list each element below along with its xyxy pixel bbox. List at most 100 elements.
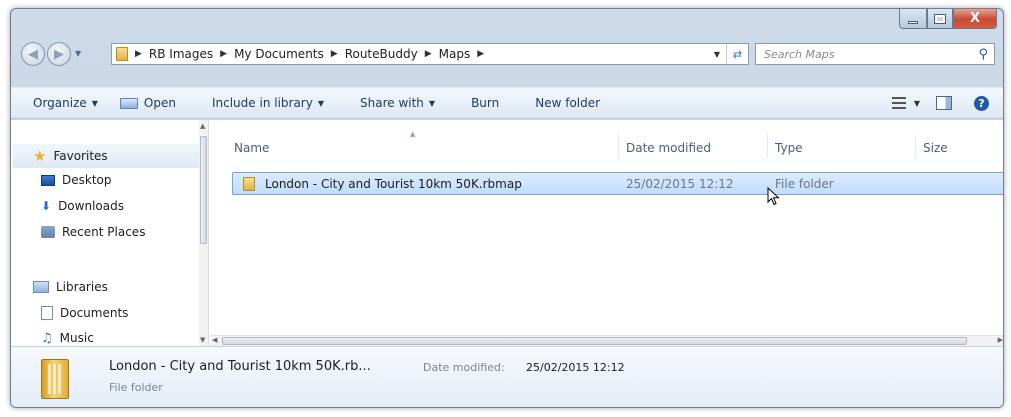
column-header-date-modified[interactable]: Date modified — [626, 141, 711, 155]
scrollbar-thumb[interactable] — [222, 337, 967, 345]
search-box[interactable]: Search Maps ⚲ — [755, 43, 995, 65]
search-input[interactable]: Search Maps — [764, 48, 834, 61]
refresh-button[interactable]: ⇄ — [726, 44, 748, 64]
include-in-library-button[interactable]: Include in library ▼ — [212, 96, 324, 110]
nav-item-favorites[interactable]: ★ Favorites — [33, 147, 108, 165]
explorer-window: X ◀ ▶ ▼ ▶ RB Images ▶ My Documents ▶ Rou… — [10, 8, 1004, 408]
organize-label: Organize — [33, 96, 87, 110]
caption-buttons: X — [899, 9, 997, 29]
navigation-buttons: ◀ ▶ ▼ — [17, 41, 105, 67]
breadcrumb-separator-icon[interactable]: ▶ — [331, 49, 338, 59]
music-icon: ♫ — [41, 330, 53, 346]
new-folder-label: New folder — [535, 96, 601, 110]
file-date-modified: 25/02/2015 12:12 — [626, 176, 734, 191]
help-icon[interactable]: ? — [974, 95, 989, 111]
column-header-type[interactable]: Type — [775, 141, 803, 155]
downloads-icon: ⬇ — [41, 199, 52, 213]
details-pane: London - City and Tourist 10km 50K.rb...… — [11, 346, 1003, 407]
nav-item-documents[interactable]: Documents — [41, 304, 128, 322]
open-folder-icon — [119, 97, 138, 109]
column-divider[interactable] — [915, 134, 916, 158]
folder-icon — [243, 176, 255, 191]
sort-indicator-icon: ▲ — [410, 130, 416, 138]
documents-icon — [41, 306, 53, 320]
main-pane: ★ Favorites Desktop ⬇ Downloads Recent P… — [11, 120, 1003, 346]
column-divider[interactable] — [767, 134, 768, 158]
scroll-down-icon[interactable]: ▼ — [200, 336, 205, 344]
recent-pages-dropdown-icon[interactable]: ▼ — [75, 49, 81, 58]
close-button[interactable]: X — [953, 9, 997, 29]
preview-pane-icon[interactable] — [936, 96, 952, 110]
nav-item-label: Downloads — [58, 199, 124, 213]
share-with-label: Share with — [360, 96, 424, 110]
include-in-library-label: Include in library — [211, 96, 313, 110]
open-label: Open — [143, 96, 176, 110]
navigation-scrollbar[interactable]: ▲ ▼ — [199, 120, 208, 346]
scroll-up-icon[interactable]: ▲ — [200, 122, 205, 130]
mouse-cursor-icon — [767, 187, 780, 206]
back-button[interactable]: ◀ — [21, 42, 45, 66]
search-icon[interactable]: ⚲ — [978, 47, 988, 62]
address-controls: ▼ ⇄ — [714, 44, 748, 64]
address-row: ◀ ▶ ▼ ▶ RB Images ▶ My Documents ▶ Route… — [17, 41, 995, 67]
details-date-value: 25/02/2015 12:12 — [526, 361, 625, 374]
change-view-icon[interactable] — [891, 97, 906, 109]
file-row[interactable]: London - City and Tourist 10km 50K.rbmap… — [232, 172, 1003, 195]
organize-button[interactable]: Organize ▼ — [33, 96, 98, 110]
address-dropdown-icon[interactable]: ▼ — [714, 50, 720, 59]
forward-button[interactable]: ▶ — [47, 42, 71, 66]
breadcrumb-routebuddy[interactable]: RouteBuddy — [345, 47, 418, 61]
file-list: ▲ Name Date modified Type Size London - … — [210, 120, 1003, 346]
nav-item-recent-places[interactable]: Recent Places — [41, 223, 145, 241]
chevron-down-icon: ▼ — [428, 98, 436, 108]
details-title: London - City and Tourist 10km 50K.rb... — [109, 359, 371, 374]
nav-item-label: Favorites — [53, 149, 108, 163]
details-type: File folder — [109, 381, 163, 394]
burn-label: Burn — [471, 96, 500, 110]
column-header-size[interactable]: Size — [923, 141, 948, 155]
minimize-button[interactable] — [899, 9, 927, 29]
column-header-name[interactable]: Name — [234, 141, 269, 155]
nav-item-desktop[interactable]: Desktop — [41, 171, 112, 189]
column-divider[interactable] — [618, 134, 619, 158]
breadcrumb-separator-icon[interactable]: ▶ — [477, 49, 484, 59]
breadcrumb-rb-images[interactable]: RB Images — [149, 47, 213, 61]
folder-icon — [116, 47, 128, 61]
share-with-button[interactable]: Share with ▼ — [360, 96, 435, 110]
scroll-right-icon[interactable]: ▶ — [998, 336, 1003, 344]
nav-item-libraries[interactable]: Libraries — [33, 278, 108, 296]
new-folder-button[interactable]: New folder — [535, 96, 600, 110]
forward-arrow-icon: ▶ — [54, 46, 64, 62]
scroll-left-icon[interactable]: ◀ — [212, 336, 217, 344]
breadcrumb-my-documents[interactable]: My Documents — [234, 47, 324, 61]
breadcrumb-maps[interactable]: Maps — [439, 47, 471, 61]
recent-places-icon — [41, 226, 55, 238]
scrollbar-thumb[interactable] — [200, 136, 207, 244]
desktop-icon — [41, 174, 55, 186]
maximize-button[interactable] — [927, 9, 953, 29]
maximize-icon — [934, 13, 946, 24]
nav-item-label: Desktop — [62, 173, 112, 187]
nav-item-label: Recent Places — [62, 225, 146, 239]
nav-item-music[interactable]: ♫ Music — [41, 329, 94, 347]
breadcrumb-separator-icon[interactable]: ▶ — [135, 49, 142, 59]
star-icon: ★ — [33, 147, 47, 165]
nav-item-label: Libraries — [56, 280, 108, 294]
breadcrumb-separator-icon[interactable]: ▶ — [220, 49, 227, 59]
burn-button[interactable]: Burn — [471, 96, 499, 110]
column-headers: ▲ Name Date modified Type Size — [210, 120, 1003, 164]
nav-item-label: Documents — [60, 306, 129, 320]
toolbar-right-controls: ▼ ? — [891, 95, 989, 111]
command-bar: Organize ▼ Open Include in library ▼ Sha… — [11, 87, 1003, 119]
address-bar[interactable]: ▶ RB Images ▶ My Documents ▶ RouteBuddy … — [111, 43, 749, 65]
horizontal-scrollbar[interactable]: ◀ ▶ — [210, 335, 1003, 346]
navigation-pane: ★ Favorites Desktop ⬇ Downloads Recent P… — [11, 120, 209, 346]
view-options-dropdown-icon[interactable]: ▼ — [914, 99, 920, 108]
nav-item-label: Music — [59, 331, 94, 345]
open-button[interactable]: Open — [119, 96, 176, 110]
minimize-icon — [908, 21, 918, 24]
details-date-label: Date modified: — [423, 361, 505, 374]
back-arrow-icon: ◀ — [28, 46, 38, 62]
breadcrumb-separator-icon[interactable]: ▶ — [425, 49, 432, 59]
nav-item-downloads[interactable]: ⬇ Downloads — [41, 197, 124, 215]
